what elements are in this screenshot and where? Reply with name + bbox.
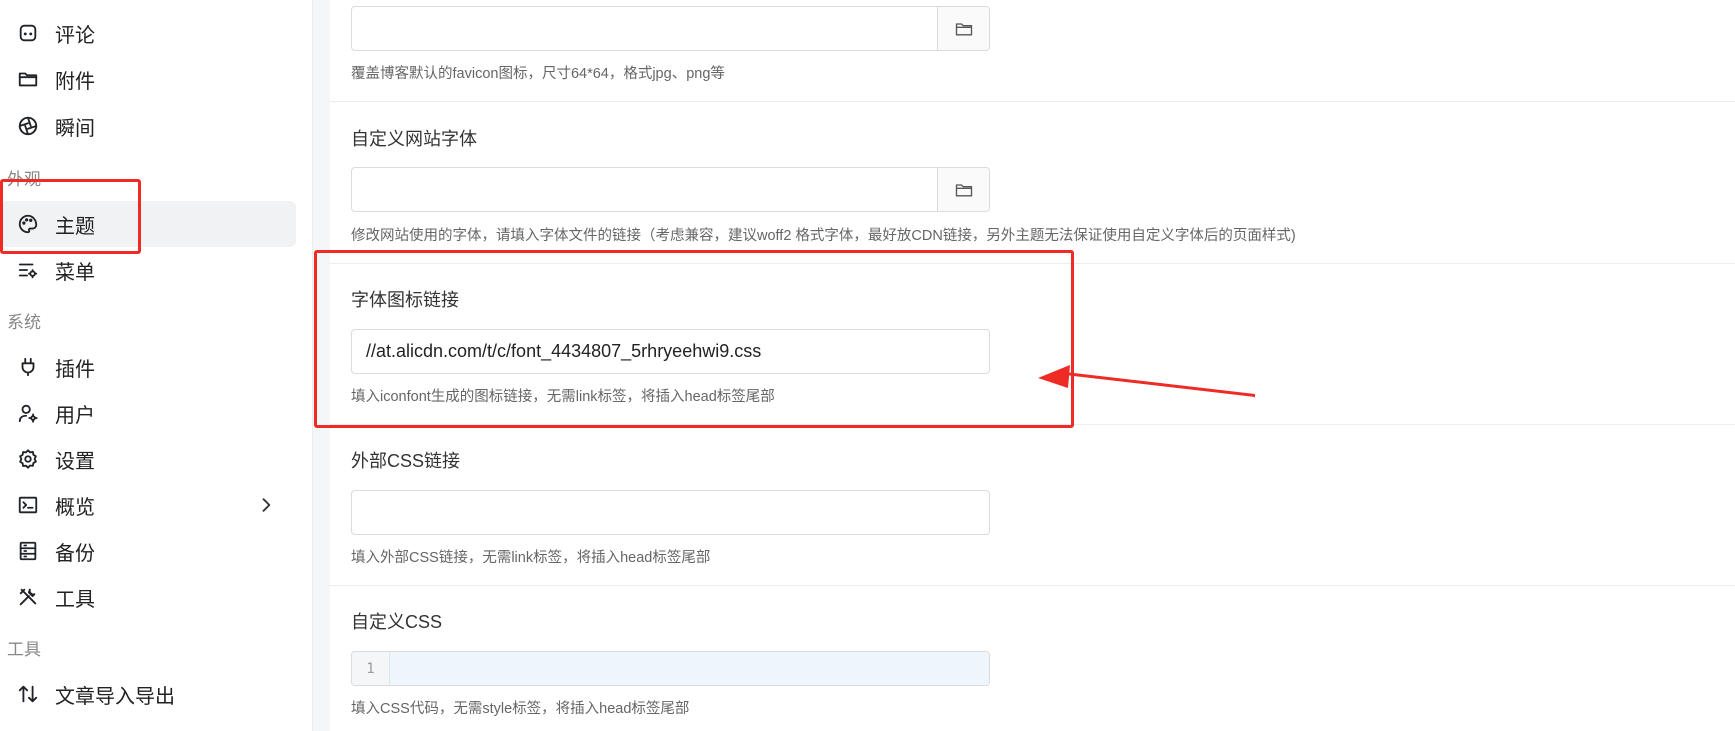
iconfont-input[interactable]: //at.alicdn.com/t/c/font_4434807_5rhryee…: [352, 341, 989, 362]
group-title-system: 系统: [7, 313, 41, 332]
divider: [330, 585, 1735, 586]
iconfont-help: 填入iconfont生成的图标链接，无需link标签，将插入head标签尾部: [351, 389, 775, 405]
attachment-picker-button[interactable]: [937, 168, 989, 211]
iconfont-field[interactable]: //at.alicdn.com/t/c/font_4434807_5rhryee…: [351, 329, 990, 374]
tools-icon: [17, 586, 39, 608]
user-settings-icon: [17, 402, 39, 424]
menu-settings-icon: [17, 259, 39, 281]
external-css-help: 填入外部CSS链接，无需link标签，将插入head标签尾部: [351, 550, 711, 566]
sidebar-item-attachments[interactable]: 附件: [0, 56, 296, 102]
terminal-icon: [17, 494, 39, 516]
sidebar-item-label: 主题: [55, 215, 95, 238]
sort-arrows-icon: [17, 683, 39, 705]
sidebar-item-label: 概览: [55, 496, 95, 519]
custom-css-help: 填入CSS代码，无需style标签，将插入head标签尾部: [351, 701, 690, 717]
group-title-appearance: 外观: [7, 170, 41, 189]
favicon-field[interactable]: [351, 6, 990, 51]
sidebar-item-label: 菜单: [55, 261, 95, 284]
sidebar: 评论 附件 瞬间 外观 主题 菜单 系统 插件 用户 设置 概览 备份 工具 工…: [0, 0, 313, 731]
comment-icon: [17, 22, 39, 44]
sidebar-item-users[interactable]: 用户: [0, 390, 296, 436]
line-number: 1: [352, 652, 390, 685]
sidebar-item-menus[interactable]: 菜单: [0, 247, 296, 293]
palette-icon: [17, 213, 39, 235]
sidebar-item-label: 用户: [55, 404, 95, 427]
sidebar-item-overview[interactable]: 概览: [0, 482, 296, 528]
folder-icon: [17, 68, 39, 90]
sidebar-item-tools[interactable]: 工具: [0, 574, 296, 620]
font-help: 修改网站使用的字体，请填入字体文件的链接（考虑兼容，建议woff2 格式字体，最…: [351, 228, 1296, 244]
divider: [330, 101, 1735, 102]
sidebar-item-label: 插件: [55, 358, 95, 381]
sidebar-item-plugins[interactable]: 插件: [0, 344, 296, 390]
sidebar-item-comments[interactable]: 评论: [0, 10, 296, 56]
database-icon: [17, 540, 39, 562]
custom-css-editor[interactable]: 1: [351, 651, 990, 686]
theme-settings-form: 覆盖博客默认的favicon图标，尺寸64*64，格式jpg、png等 自定义网…: [330, 0, 1735, 731]
sidebar-item-label: 附件: [55, 70, 95, 93]
font-label: 自定义网站字体: [351, 129, 477, 149]
divider: [330, 424, 1735, 425]
custom-css-label: 自定义CSS: [351, 612, 443, 632]
sidebar-item-backup[interactable]: 备份: [0, 528, 296, 574]
sidebar-item-label: 工具: [55, 588, 95, 611]
sidebar-item-theme[interactable]: 主题: [0, 201, 296, 247]
folder-icon: [955, 22, 972, 35]
favicon-help: 覆盖博客默认的favicon图标，尺寸64*64，格式jpg、png等: [351, 66, 725, 82]
sidebar-item-label: 评论: [55, 24, 95, 47]
font-field[interactable]: [351, 167, 990, 212]
attachment-picker-button[interactable]: [937, 7, 989, 50]
chevron-right-icon[interactable]: [256, 495, 276, 515]
sidebar-item-label: 设置: [55, 450, 95, 473]
aperture-icon: [17, 115, 39, 137]
gear-icon: [17, 448, 39, 470]
group-title-tools: 工具: [7, 640, 41, 659]
sidebar-item-moments[interactable]: 瞬间: [0, 103, 296, 149]
sidebar-item-label: 文章导入导出: [55, 685, 175, 708]
folder-icon: [955, 183, 972, 196]
iconfont-label: 字体图标链接: [351, 290, 459, 310]
external-css-label: 外部CSS链接: [351, 451, 461, 471]
plug-icon: [17, 356, 39, 378]
sidebar-item-post-import-export[interactable]: 文章导入导出: [0, 671, 296, 717]
sidebar-item-label: 瞬间: [55, 117, 95, 140]
sidebar-item-settings[interactable]: 设置: [0, 436, 296, 482]
external-css-field[interactable]: [351, 490, 990, 535]
sidebar-item-label: 备份: [55, 542, 95, 565]
divider: [330, 263, 1735, 264]
code-line[interactable]: [390, 652, 989, 685]
